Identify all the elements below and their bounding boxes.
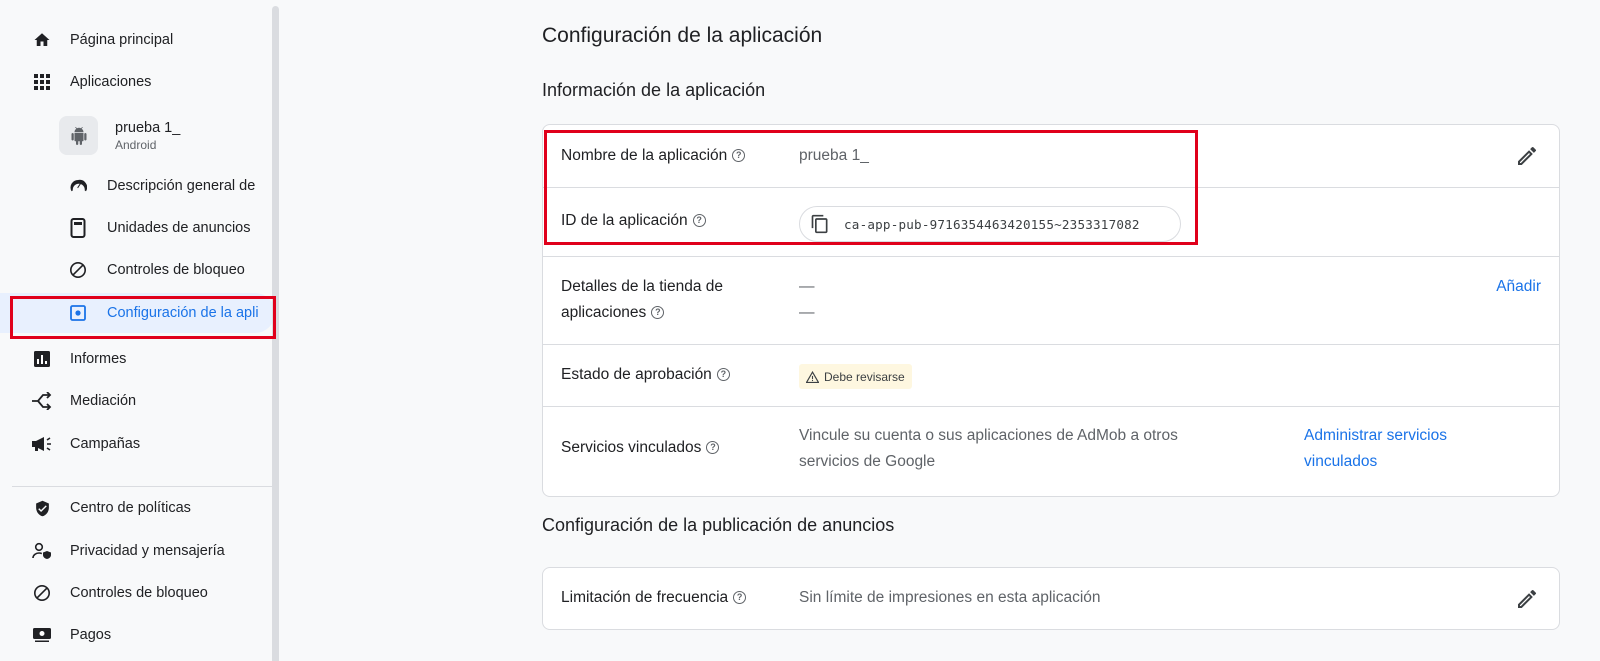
sidebar-scrollbar[interactable] [272, 6, 279, 661]
sidebar-item-label: Configuración de la apli [107, 305, 259, 321]
sidebar-item-label: Unidades de anuncios [107, 220, 251, 236]
store-details-row: Detalles de la tienda de aplicaciones? —… [543, 257, 1559, 345]
sidebar-item-blocking[interactable]: Controles de bloqueo [0, 573, 275, 613]
store-value-1: — [799, 278, 815, 295]
app-name: prueba 1_ [115, 119, 181, 136]
linked-services-label-text: Servicios vinculados [561, 439, 702, 456]
sidebar-app-entry[interactable]: prueba 1_ Android [59, 116, 180, 155]
app-info-card: Nombre de la aplicación? prueba 1_ ID de… [542, 124, 1560, 497]
ad-serving-heading: Configuración de la publicación de anunc… [542, 515, 895, 535]
sidebar-item-payments[interactable]: Pagos [0, 615, 275, 655]
store-details-label: Detalles de la tienda de aplicaciones? [561, 274, 723, 326]
store-details-label-line2: aplicaciones? [561, 300, 723, 326]
sidebar-item-label: Descripción general de [107, 178, 256, 194]
app-id-row: ID de la aplicación? ca-app-pub-97163544… [543, 188, 1559, 257]
home-icon [32, 30, 52, 50]
sidebar-divider [12, 486, 272, 487]
sidebar-item-app-settings[interactable]: Configuración de la apli [0, 293, 275, 333]
linked-desc-line2: servicios de Google [799, 453, 936, 470]
approval-label-text: Estado de aprobación [561, 366, 712, 383]
linked-desc-line1: Vincule su cuenta o sus aplicaciones de … [799, 427, 1178, 444]
app-id-label-text: ID de la aplicación [561, 212, 688, 229]
store-value-2: — [799, 304, 815, 321]
page-title: Configuración de la aplicación [542, 24, 823, 47]
app-name-label: Nombre de la aplicación? [561, 143, 746, 169]
add-store-link[interactable]: Añadir [1496, 274, 1541, 300]
manage-linked-services-link[interactable]: Administrar servicios vinculados [1304, 423, 1447, 475]
sidebar-item-app-blocking[interactable]: Controles de bloqueo [0, 250, 275, 290]
edit-pencil-icon[interactable] [1515, 144, 1539, 168]
help-icon[interactable]: ? [651, 305, 665, 319]
frequency-cap-value: Sin límite de impresiones en esta aplica… [799, 589, 1101, 606]
approval-row: Estado de aprobación? Debe revisarse [543, 345, 1559, 407]
frequency-cap-label-text: Limitación de frecuencia [561, 589, 729, 606]
app-name-value: prueba 1_ [799, 147, 869, 164]
approval-label: Estado de aprobación? [561, 362, 730, 388]
sidebar-item-label: Aplicaciones [70, 74, 152, 90]
apps-grid-icon [32, 72, 52, 92]
payments-icon [32, 625, 52, 645]
sidebar-item-label: Campañas [70, 436, 141, 452]
store-details-label-line1: Detalles de la tienda de [561, 278, 724, 295]
status-badge-text: Debe revisarse [824, 369, 905, 384]
ad-unit-icon [68, 218, 88, 238]
help-icon[interactable]: ? [706, 440, 720, 454]
help-icon[interactable]: ? [716, 367, 730, 381]
warning-icon [806, 370, 819, 383]
edit-pencil-icon[interactable] [1515, 587, 1539, 611]
sidebar: Página principal Aplicaciones prueba 1_ … [0, 0, 283, 661]
sidebar-item-reports[interactable]: Informes [0, 339, 275, 379]
android-icon [59, 116, 98, 155]
help-icon[interactable]: ? [732, 148, 746, 162]
sidebar-item-label: Controles de bloqueo [70, 585, 208, 601]
mediation-icon [32, 391, 52, 411]
privacy-icon [32, 541, 52, 561]
sidebar-item-home[interactable]: Página principal [0, 20, 275, 60]
sidebar-item-app-overview[interactable]: Descripción general de [0, 166, 275, 206]
sidebar-item-label: Controles de bloqueo [107, 262, 245, 278]
app-id-label: ID de la aplicación? [561, 208, 706, 234]
sidebar-item-apps[interactable]: Aplicaciones [0, 62, 275, 102]
sidebar-item-campaigns[interactable]: Campañas [0, 424, 275, 464]
settings-icon [68, 303, 88, 323]
sidebar-item-label: Centro de políticas [70, 500, 191, 516]
frequency-cap-label: Limitación de frecuencia? [561, 585, 747, 611]
sidebar-item-label: Mediación [70, 393, 137, 409]
manage-link-line1: Administrar servicios [1304, 427, 1447, 444]
linked-services-label: Servicios vinculados? [561, 435, 720, 461]
manage-link-line2: vinculados [1304, 453, 1378, 470]
linked-services-row: Servicios vinculados? Vincule su cuenta … [543, 407, 1559, 497]
megaphone-icon [32, 434, 52, 454]
app-id-value: ca-app-pub-9716354463420155~2353317082 [844, 216, 1140, 232]
sidebar-item-label: Informes [70, 351, 127, 367]
frequency-cap-row: Limitación de frecuencia? Sin límite de … [543, 568, 1559, 631]
app-platform: Android [115, 137, 157, 152]
store-details-value: — — [799, 274, 815, 326]
sidebar-item-ad-units[interactable]: Unidades de anuncios [0, 208, 275, 248]
block-icon [68, 260, 88, 280]
sidebar-item-label: Pagos [70, 627, 112, 643]
sidebar-item-label: Privacidad y mensajería [70, 543, 225, 559]
help-icon[interactable]: ? [692, 213, 706, 227]
shield-icon [32, 498, 52, 518]
sidebar-item-policy-center[interactable]: Centro de políticas [0, 488, 275, 528]
help-icon[interactable]: ? [733, 590, 747, 604]
sidebar-item-privacy[interactable]: Privacidad y mensajería [0, 531, 275, 571]
app-info-heading: Información de la aplicación [542, 80, 766, 100]
ad-serving-card: Limitación de frecuencia? Sin límite de … [542, 567, 1560, 630]
main-content: Configuración de la aplicación Informaci… [283, 0, 1600, 661]
app-id-copy-chip[interactable]: ca-app-pub-9716354463420155~2353317082 [799, 206, 1181, 242]
status-badge: Debe revisarse [799, 364, 912, 389]
reports-icon [32, 349, 52, 369]
sidebar-item-label: Página principal [70, 32, 174, 48]
block-icon [32, 583, 52, 603]
copy-icon [811, 214, 828, 234]
app-name-row: Nombre de la aplicación? prueba 1_ [543, 125, 1559, 188]
sidebar-item-mediation[interactable]: Mediación [0, 381, 275, 421]
speedometer-icon [68, 176, 88, 196]
linked-services-desc: Vincule su cuenta o sus aplicaciones de … [799, 423, 1178, 475]
app-name-label-text: Nombre de la aplicación [561, 147, 728, 164]
